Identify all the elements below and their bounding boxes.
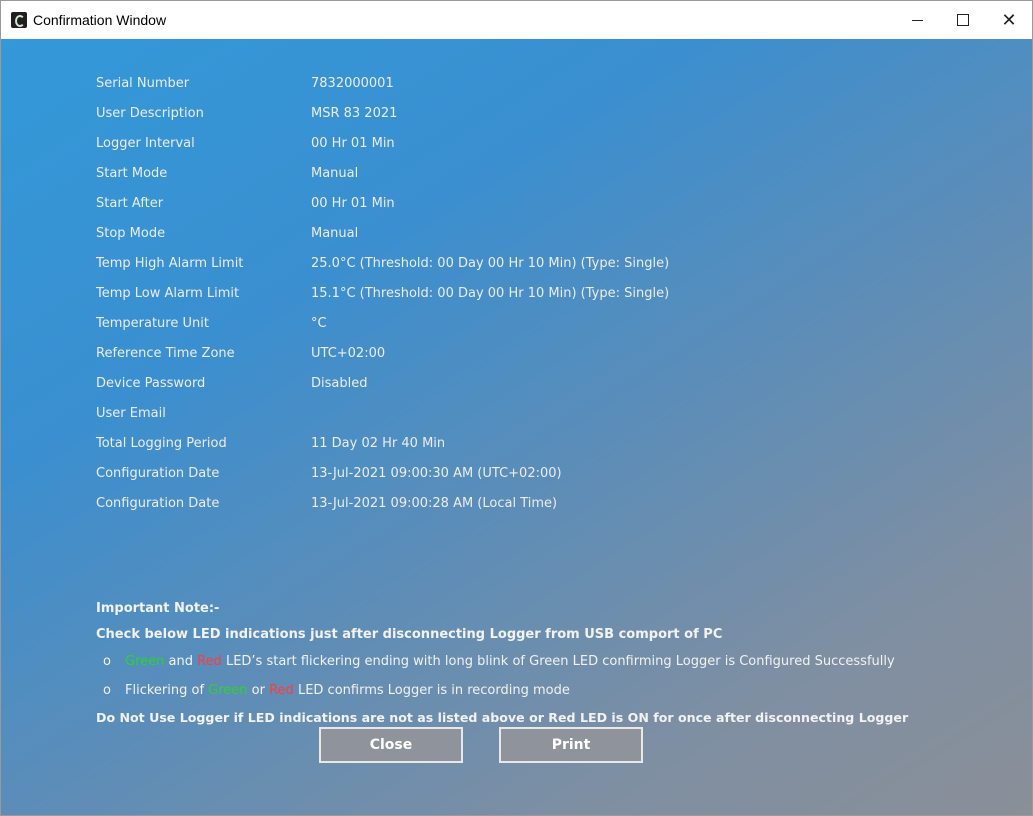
- detail-row-logger-interval: Logger Interval 00 Hr 01 Min: [96, 133, 395, 153]
- detail-value: MSR 83 2021: [311, 105, 398, 121]
- detail-value: 13-Jul-2021 09:00:30 AM (UTC+02:00): [311, 465, 562, 481]
- detail-label: Start After: [96, 195, 164, 211]
- window-controls: ✕: [894, 1, 1032, 39]
- detail-label: Logger Interval: [96, 135, 195, 151]
- close-window-button[interactable]: ✕: [986, 1, 1032, 39]
- detail-row-serial-number: Serial Number 7832000001: [96, 73, 394, 93]
- detail-label: Reference Time Zone: [96, 345, 235, 361]
- bullet-text: and: [164, 654, 198, 669]
- detail-row-configuration-date-local: Configuration Date 13-Jul-2021 09:00:28 A…: [96, 493, 557, 513]
- detail-label: Temp High Alarm Limit: [96, 255, 244, 271]
- bullet-text: LED’s start flickering ending with long …: [221, 654, 895, 669]
- detail-value: 00 Hr 01 Min: [311, 195, 395, 211]
- detail-label: User Description: [96, 105, 204, 121]
- detail-value: °C: [311, 315, 327, 331]
- detail-value: 11 Day 02 Hr 40 Min: [311, 435, 446, 451]
- close-icon: ✕: [1001, 9, 1017, 31]
- detail-value: Manual: [311, 225, 359, 241]
- detail-row-start-mode: Start Mode Manual: [96, 163, 358, 183]
- detail-label: User Email: [96, 405, 166, 421]
- detail-label: Temperature Unit: [96, 315, 209, 331]
- detail-value: Manual: [311, 165, 359, 181]
- close-button[interactable]: Close: [319, 727, 463, 763]
- green-led-text: Green: [208, 683, 248, 698]
- warning-text: Do Not Use Logger if LED indications are…: [96, 710, 909, 725]
- maximize-button[interactable]: [940, 1, 986, 39]
- minimize-button[interactable]: [894, 1, 940, 39]
- bullet-marker: o: [103, 683, 111, 698]
- detail-label: Stop Mode: [96, 225, 166, 241]
- green-led-text: Green: [125, 654, 165, 669]
- detail-label: Temp Low Alarm Limit: [96, 285, 240, 301]
- bullet-marker: o: [103, 654, 111, 669]
- detail-label: Start Mode: [96, 165, 168, 181]
- detail-row-start-after: Start After 00 Hr 01 Min: [96, 193, 395, 213]
- detail-row-user-email: User Email: [96, 403, 311, 423]
- detail-row-temp-high-alarm: Temp High Alarm Limit 25.0°C (Threshold: …: [96, 253, 669, 273]
- detail-value: 15.1°C (Threshold: 00 Day 00 Hr 10 Min) …: [311, 285, 670, 301]
- detail-row-temp-low-alarm: Temp Low Alarm Limit 15.1°C (Threshold: 0…: [96, 283, 669, 303]
- detail-label: Configuration Date: [96, 465, 220, 481]
- detail-row-configuration-date-utc: Configuration Date 13-Jul-2021 09:00:30 A…: [96, 463, 562, 483]
- red-led-text: Red: [197, 654, 222, 669]
- app-logo-icon: [11, 12, 27, 28]
- minimize-icon: [911, 19, 923, 21]
- led-check-instruction: Check below LED indications just after d…: [96, 627, 723, 642]
- detail-value: UTC+02:00: [311, 345, 386, 361]
- bullet-text: or: [247, 683, 270, 698]
- detail-value: 25.0°C (Threshold: 00 Day 00 Hr 10 Min) …: [311, 255, 670, 271]
- red-led-text: Red: [269, 683, 294, 698]
- detail-label: Total Logging Period: [96, 435, 227, 451]
- led-bullet-recording: o Flickering of Green or Red LED confirms…: [103, 683, 570, 698]
- content-area: Serial Number 7832000001 User Description…: [1, 39, 1032, 815]
- bullet-text: LED confirms Logger is in recording mode: [293, 683, 570, 698]
- confirmation-window: Confirmation Window ✕ Serial Number 78320…: [0, 0, 1033, 816]
- bullet-text: Flickering of: [125, 683, 209, 698]
- detail-row-total-logging-period: Total Logging Period 11 Day 02 Hr 40 Min: [96, 433, 445, 453]
- detail-value: 00 Hr 01 Min: [311, 135, 395, 151]
- detail-value: 13-Jul-2021 09:00:28 AM (Local Time): [311, 495, 558, 511]
- print-button[interactable]: Print: [499, 727, 643, 763]
- detail-value: 7832000001: [311, 75, 394, 91]
- detail-value: Disabled: [311, 375, 368, 391]
- detail-label: Configuration Date: [96, 495, 220, 511]
- detail-row-temperature-unit: Temperature Unit °C: [96, 313, 327, 333]
- detail-label: Serial Number: [96, 75, 190, 91]
- detail-row-device-password: Device Password Disabled: [96, 373, 367, 393]
- detail-row-user-description: User Description MSR 83 2021: [96, 103, 397, 123]
- led-bullet-configured: o Green and Red LED’s start flickering en…: [103, 654, 895, 669]
- maximize-icon: [957, 14, 969, 26]
- title-bar: Confirmation Window ✕: [1, 1, 1032, 39]
- detail-label: Device Password: [96, 375, 206, 391]
- important-note-heading: Important Note:-: [96, 601, 220, 616]
- detail-row-reference-time-zone: Reference Time Zone UTC+02:00: [96, 343, 385, 363]
- window-title: Confirmation Window: [33, 12, 167, 28]
- detail-row-stop-mode: Stop Mode Manual: [96, 223, 358, 243]
